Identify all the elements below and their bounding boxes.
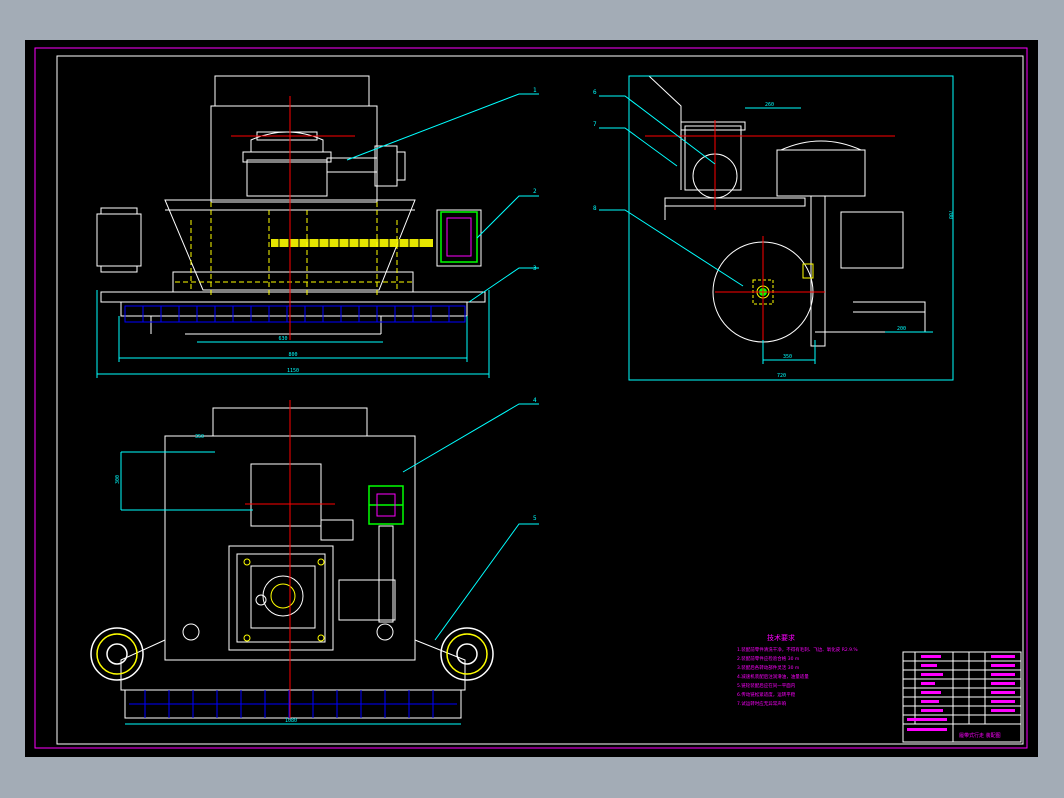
parts-list-fills (907, 655, 1015, 731)
balloon-5: 5 (533, 515, 537, 522)
dim-front-overall: 1150 (287, 368, 299, 374)
balloon-3: 3 (533, 265, 537, 272)
front-view (96, 75, 486, 335)
dim-front-inner: 630 (278, 336, 287, 342)
cad-sheet: 630 800 1150 1 2 3 700 720 350 200 260 6… (25, 40, 1038, 757)
notes-lines: 1.装配前零件清洗干净，不得有毛刺、飞边、氧化皮 R2.9.% 2.装配前零件应… (737, 646, 858, 707)
gear-box-section (440, 211, 478, 263)
note-line-4: 4.减速机装配后注润滑油，油量适量 (737, 673, 809, 680)
note-line-7: 7.试运转时应无异常声响 (737, 700, 787, 707)
title-block-name: 履带式行走 装配图 (959, 732, 1001, 739)
balloon-6: 6 (593, 89, 597, 96)
dim-side-sub-b: 200 (897, 326, 906, 332)
note-line-1: 1.装配前零件清洗干净，不得有毛刺、飞边、氧化皮 R2.9.% (737, 646, 858, 653)
outer-border (34, 47, 1028, 749)
notes-title: 技术要求 (767, 633, 795, 642)
plan-view (120, 407, 466, 719)
balloon-1: 1 (533, 87, 537, 94)
note-line-5: 5.链轮装配后应在同一平面内 (737, 682, 796, 689)
balloon-4: 4 (533, 397, 537, 404)
note-line-2: 2.装配前零件应检验合格 30 m (737, 655, 799, 662)
plan-coupling (368, 485, 404, 525)
plan-dimensions (120, 403, 539, 725)
dim-plan-width: 1080 (285, 718, 297, 724)
gear-box-hatch (446, 217, 472, 257)
inner-border (56, 55, 1024, 745)
dim-side-height: 700 (947, 210, 953, 219)
dim-plan-offset: 350 (195, 434, 204, 440)
balloon-8: 8 (593, 205, 597, 212)
front-tread (124, 305, 466, 323)
plan-tread (129, 690, 457, 718)
side-view (629, 75, 926, 347)
side-dimensions (599, 75, 954, 381)
balloon-2: 2 (533, 188, 537, 195)
dim-plan-height: 300 (115, 475, 121, 484)
dim-side-top: 260 (765, 102, 774, 108)
note-line-3: 3.装配后各转动部件灵活 30 m (737, 664, 799, 671)
dim-front-mid: 800 (288, 352, 297, 358)
front-hidden-lines (175, 202, 415, 296)
dim-side-sub-a: 350 (783, 354, 792, 360)
plan-center-lines (245, 400, 335, 720)
front-dimensions (96, 93, 539, 378)
side-center-lines (645, 120, 895, 350)
dim-side-width: 720 (777, 373, 786, 379)
balloon-7: 7 (593, 121, 597, 128)
side-hidden-lines (752, 263, 814, 305)
note-line-6: 6.传动链松紧适度，运转平稳 (737, 691, 796, 698)
